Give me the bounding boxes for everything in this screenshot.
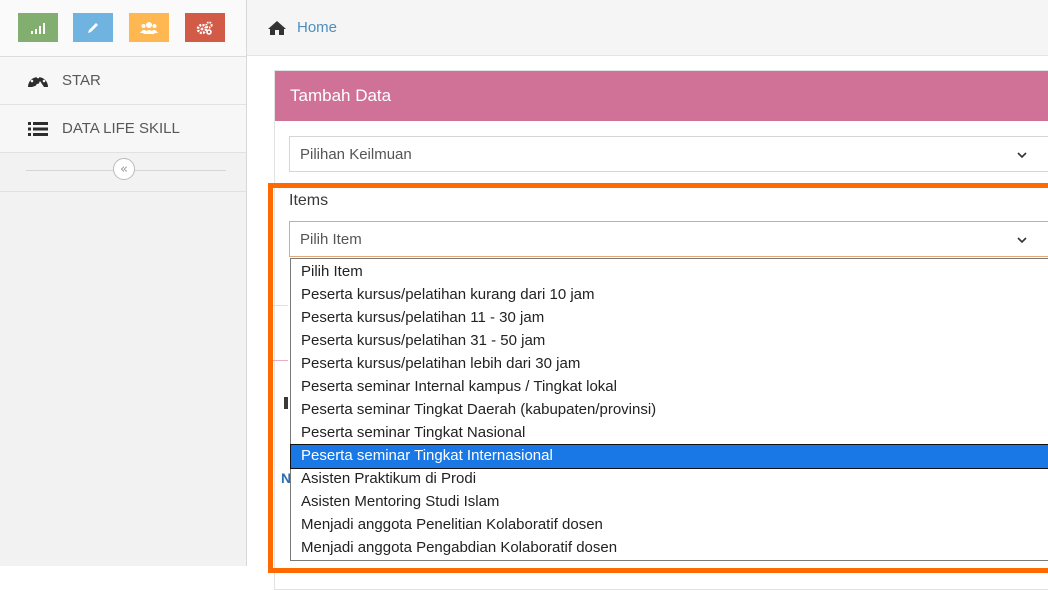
keilmuan-select-value: Pilihan Keilmuan [300,145,412,163]
panel-title: Tambah Data [275,71,1048,121]
dropdown-option[interactable]: Asisten Mentoring Studi Islam [291,491,1048,514]
tachometer-icon [26,72,50,90]
list-icon [26,121,50,137]
divider [272,360,288,361]
sidebar: STAR DATA LIFE SKILL « [0,0,247,566]
sidebar-item-label: STAR [62,72,101,89]
dropdown-option[interactable]: Menjadi anggota Penelitian Kolaboratif d… [291,514,1048,537]
breadcrumb-home-link[interactable]: Home [297,19,337,36]
dropdown-option[interactable]: Peserta seminar Tingkat Daerah (kabupate… [291,399,1048,422]
dropdown-option[interactable]: Asisten Praktikum di Prodi [291,468,1048,491]
sidebar-item-star[interactable]: STAR [0,57,246,105]
items-select[interactable]: Pilih Item [289,221,1048,257]
users-icon[interactable] [129,13,169,42]
keilmuan-select[interactable]: Pilihan Keilmuan [289,136,1048,172]
dropdown-option[interactable]: Pilih Item [291,261,1048,284]
dropdown-option[interactable]: Peserta seminar Internal kampus / Tingka… [291,376,1048,399]
dropdown-option[interactable]: Menjadi anggota Pengabdian Kolaboratif d… [291,537,1048,560]
breadcrumb: Home [247,0,1048,56]
chevron-down-icon [1016,147,1028,164]
dropdown-option[interactable]: Peserta kursus/pelatihan 11 - 30 jam [291,307,1048,330]
dropdown-option[interactable]: Peserta seminar Tingkat Nasional [291,422,1048,445]
chevron-down-icon [1016,232,1028,249]
sidebar-collapse-row: « [0,153,246,192]
sidebar-shortcuts [0,0,246,57]
items-select-value: Pilih Item [300,230,362,248]
dropdown-option[interactable]: Peserta seminar Tingkat Internasional [290,444,1048,469]
cogs-icon[interactable] [185,13,225,42]
dropdown-option[interactable]: Peserta kursus/pelatihan 31 - 50 jam [291,330,1048,353]
collapse-sidebar-icon[interactable]: « [113,158,135,180]
items-dropdown-list: Pilih Item Peserta kursus/pelatihan kuran… [290,258,1048,561]
signal-icon[interactable] [18,13,58,42]
sidebar-item-label: DATA LIFE SKILL [62,120,180,137]
dropdown-option[interactable]: Peserta kursus/pelatihan lebih dari 30 j… [291,353,1048,376]
dropdown-option[interactable]: Peserta kursus/pelatihan kurang dari 10 … [291,284,1048,307]
home-icon [267,20,287,36]
divider [272,305,288,306]
sidebar-item-data-life-skill[interactable]: DATA LIFE SKILL [0,105,246,153]
divider [284,397,288,409]
pencil-icon[interactable] [73,13,113,42]
items-label: Items [289,192,329,209]
